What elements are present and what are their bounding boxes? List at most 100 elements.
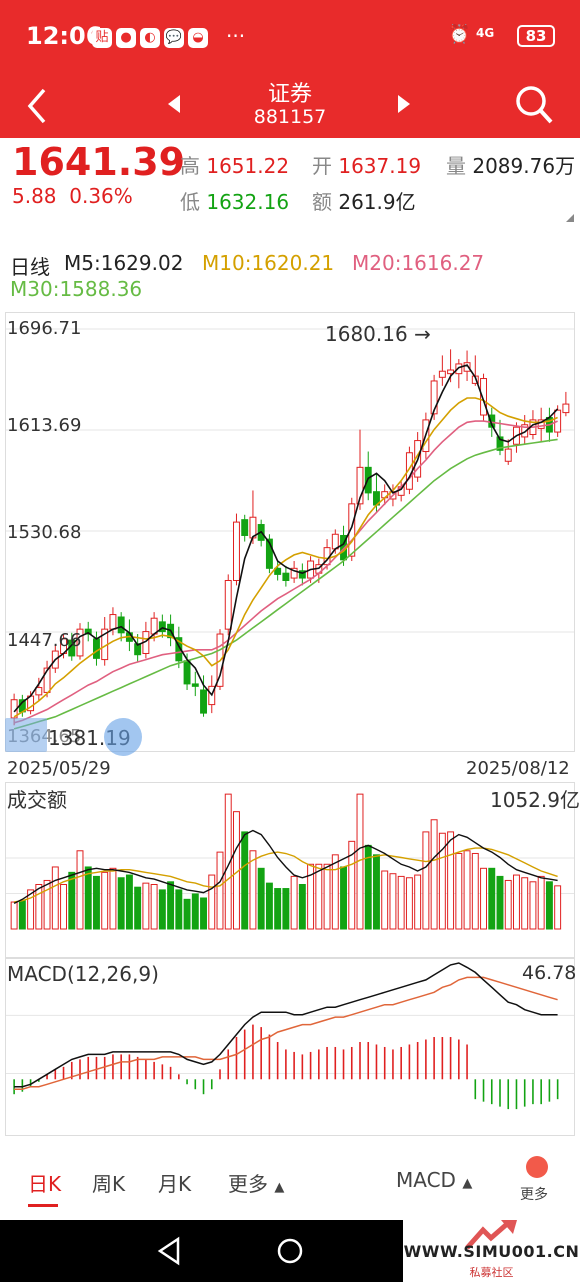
message-icon: 💬: [164, 27, 184, 48]
high-price: 高 1651.22: [180, 150, 289, 179]
caret-up-icon: ▲: [462, 1176, 473, 1191]
volume-bar: [249, 850, 257, 930]
date-end: 2025/08/12: [466, 758, 570, 779]
volume-bar: [208, 874, 216, 930]
volume-bar: [76, 850, 84, 930]
candle-body: [504, 448, 512, 462]
volume-bar: [405, 877, 413, 930]
volume-bar: [167, 881, 175, 930]
prev-stock-button[interactable]: [166, 94, 182, 114]
expand-corner-icon[interactable]: [566, 214, 574, 222]
volume-bar: [84, 866, 92, 930]
watermark-site: WWW.SIMU001.CN: [403, 1242, 580, 1261]
status-app-icons: 贴 ● ◐ 💬 ◒: [92, 27, 212, 48]
tab-indicator[interactable]: MACD ▲: [396, 1168, 472, 1192]
candle-body: [117, 616, 125, 634]
volume-bar: [447, 831, 455, 930]
caret-up-icon: ▲: [274, 1180, 285, 1195]
watermark: WWW.SIMU001.CN 私募社区: [403, 1220, 580, 1282]
price-change: 5.88 0.36%: [12, 184, 133, 208]
candle-body: [183, 660, 191, 685]
volume-bar: [216, 851, 224, 930]
candle-body: [93, 638, 100, 659]
volume-bar: [290, 875, 298, 930]
tab-more[interactable]: 更多 ▲: [228, 1168, 284, 1197]
watermark-sub: 私募社区: [469, 1266, 514, 1279]
date-start: 2025/05/29: [7, 758, 111, 779]
amount-label: 额: [312, 190, 332, 214]
tab-day-k[interactable]: 日K: [28, 1168, 61, 1197]
amount-value: 261.9亿: [338, 190, 416, 214]
search-icon[interactable]: [514, 82, 554, 126]
next-stock-button[interactable]: [396, 94, 412, 114]
period-label[interactable]: 日线: [10, 251, 50, 280]
volume-bar: [60, 883, 67, 930]
volume-bar: [51, 866, 59, 930]
kline-svg: [6, 328, 574, 730]
volume-bar: [265, 882, 273, 930]
system-home-icon[interactable]: [275, 1236, 305, 1266]
status-more-icon: ···: [226, 24, 246, 48]
open-value: 1637.19: [338, 154, 422, 178]
candle-body: [109, 614, 117, 630]
candle-body: [241, 519, 249, 536]
active-tab-indicator: [28, 1204, 58, 1207]
volume-bar: [529, 881, 537, 930]
volume-bar: [463, 850, 471, 930]
chart-scroll-left-button[interactable]: [5, 718, 47, 752]
volume-svg: [6, 793, 574, 930]
volume-bar: [183, 898, 191, 930]
volume-bar: [504, 879, 512, 930]
open-price: 开 1637.19: [312, 150, 421, 179]
extra-button[interactable]: 更多: [518, 1154, 558, 1204]
volume-max: 1052.9亿: [490, 788, 580, 812]
volume-bar: [471, 852, 479, 930]
volume-bar: [521, 877, 529, 930]
volume-bar: [455, 852, 463, 930]
indicator-label: MACD: [396, 1168, 456, 1192]
volume-bar: [134, 886, 142, 930]
volume-bar: [117, 877, 125, 930]
ma10-line: [13, 397, 558, 718]
volume-bar: [545, 881, 553, 930]
volume-bar: [488, 867, 496, 930]
candle-body: [282, 572, 290, 581]
volume-bar: [513, 874, 520, 930]
volume-bar: [323, 863, 331, 930]
tab-week-k[interactable]: 周K: [92, 1168, 125, 1197]
volume-bar: [142, 882, 150, 930]
high-label: 高: [180, 154, 200, 178]
volume-bar: [496, 875, 504, 930]
candle-body: [191, 683, 199, 687]
low-value: 1632.16: [206, 190, 290, 214]
volume-bar: [554, 885, 562, 930]
alarm-icon: ⏰: [448, 24, 471, 45]
system-back-icon[interactable]: [154, 1236, 184, 1266]
volume-bar: [397, 875, 405, 930]
tab-month-k[interactable]: 月K: [158, 1168, 191, 1197]
status-time: 12:06: [26, 22, 103, 50]
ma10-value: M10:1620.21: [202, 251, 335, 275]
y-tick-label: 1696.71: [7, 318, 82, 339]
y-tick-label: 1530.68: [7, 522, 82, 543]
volume-value: 2089.76万: [472, 154, 576, 178]
kline-chart[interactable]: [5, 312, 575, 752]
qq-icon: ●: [116, 27, 136, 48]
chart-info-button[interactable]: [104, 718, 142, 756]
volume-bar: [109, 867, 117, 930]
macd-max: 46.78: [522, 962, 577, 984]
ma5-value: M5:1629.02: [64, 251, 184, 275]
app-notification-icon: 贴: [92, 27, 112, 48]
candle-body: [200, 689, 207, 714]
volume-bar: [373, 854, 380, 930]
battery-icon: 83: [517, 25, 555, 47]
volume-bar: [18, 900, 26, 930]
macd-label: MACD(12,26,9): [7, 962, 159, 986]
back-button[interactable]: [22, 80, 52, 130]
weather-icon: ◐: [140, 27, 160, 48]
quote-panel: 1641.39 5.88 0.36% 高 1651.22 开 1637.19 量…: [0, 138, 580, 228]
high-value: 1651.22: [206, 154, 290, 178]
volume-bar: [298, 883, 306, 930]
change-value: 5.88: [12, 184, 57, 208]
volume-bar: [381, 870, 389, 930]
